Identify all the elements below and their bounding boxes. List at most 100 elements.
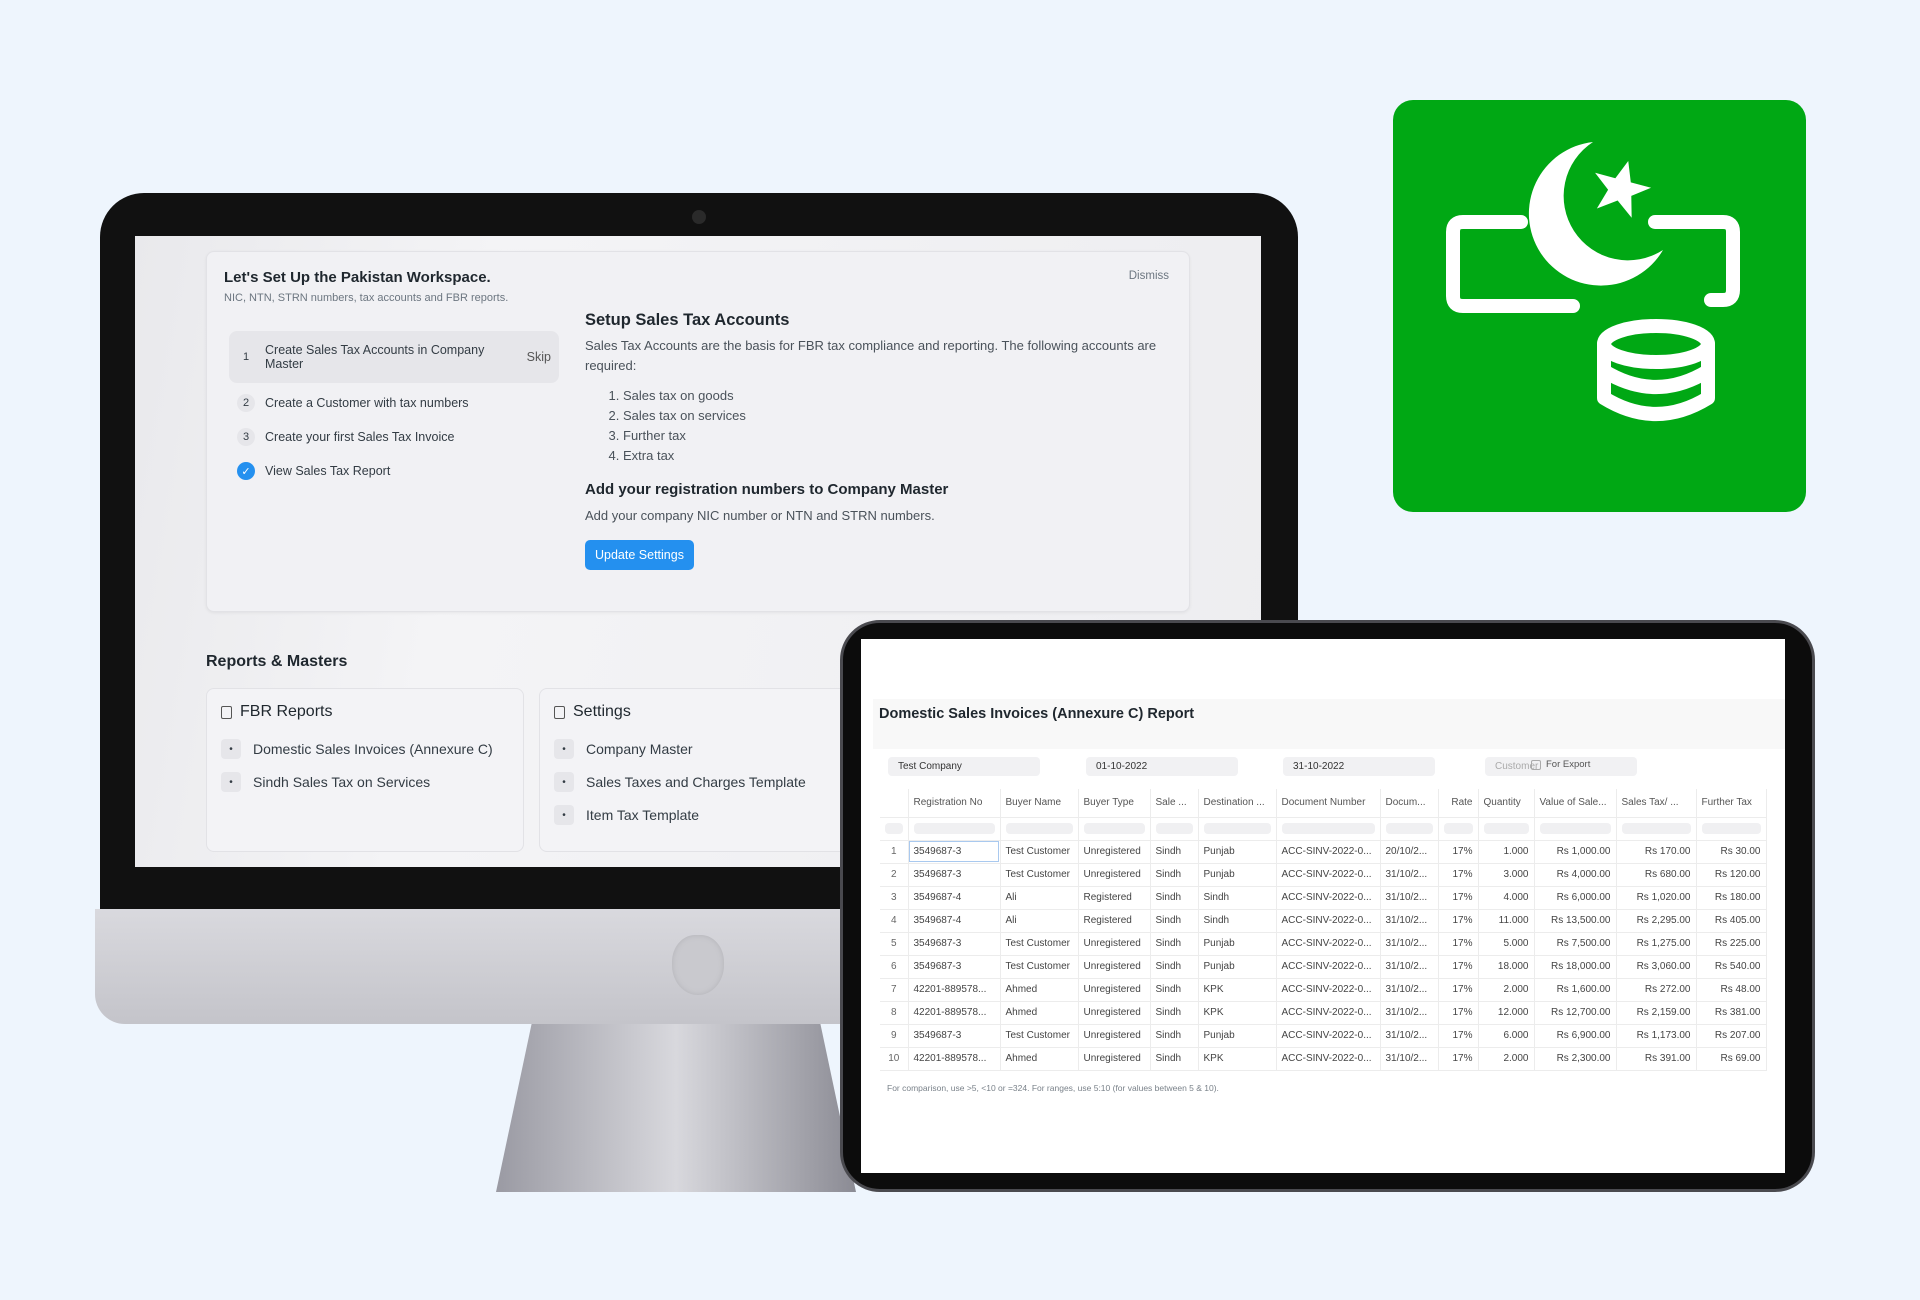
table-cell[interactable]: 31/10/2... (1380, 955, 1439, 979)
table-cell[interactable]: Rs 680.00 (1616, 863, 1697, 887)
table-row[interactable]: 5 3549687-3 Test Customer Unregistered Sindh… (880, 932, 1767, 956)
table-cell[interactable]: 17% (1438, 978, 1479, 1002)
table-cell[interactable]: 6.000 (1478, 1024, 1535, 1048)
table-cell[interactable]: Sindh (1150, 955, 1199, 979)
table-cell[interactable]: 3549687-4 (908, 909, 1001, 933)
table-cell[interactable]: Rs 2,295.00 (1616, 909, 1697, 933)
table-cell[interactable]: 1.000 (1478, 840, 1535, 864)
table-cell[interactable]: ACC-SINV-2022-0... (1276, 886, 1381, 910)
table-cell[interactable]: Rs 6,000.00 (1534, 886, 1617, 910)
table-cell[interactable]: Test Customer (1000, 840, 1079, 864)
table-cell[interactable]: Ahmed (1000, 978, 1079, 1002)
update-settings-button[interactable]: Update Settings (585, 540, 694, 570)
table-cell[interactable]: Unregistered (1078, 955, 1151, 979)
to-date-filter[interactable]: 31-10-2022 (1283, 757, 1435, 776)
table-cell[interactable]: Rs 30.00 (1696, 840, 1767, 864)
table-cell[interactable]: Test Customer (1000, 1024, 1079, 1048)
table-cell[interactable]: Rs 13,500.00 (1534, 909, 1617, 933)
table-row[interactable]: 10 42201-889578... Ahmed Unregistered Sindh K… (880, 1047, 1767, 1071)
table-cell[interactable]: Punjab (1198, 955, 1277, 979)
table-cell[interactable]: 17% (1438, 932, 1479, 956)
column-header[interactable]: Document Number (1276, 789, 1381, 818)
table-cell[interactable]: Ahmed (1000, 1001, 1079, 1025)
table-cell[interactable]: Rs 3,060.00 (1616, 955, 1697, 979)
table-cell[interactable]: 31/10/2... (1380, 1001, 1439, 1025)
column-filter-input[interactable] (1443, 823, 1473, 834)
column-header[interactable]: Rate (1438, 789, 1479, 818)
table-cell[interactable]: ACC-SINV-2022-0... (1276, 1047, 1381, 1071)
skip-button[interactable]: Skip (527, 350, 551, 364)
table-cell[interactable]: 5.000 (1478, 932, 1535, 956)
table-cell[interactable]: ACC-SINV-2022-0... (1276, 1001, 1381, 1025)
table-cell[interactable]: Sindh (1198, 909, 1277, 933)
table-cell[interactable]: Ali (1000, 886, 1079, 910)
table-cell[interactable]: Unregistered (1078, 1024, 1151, 1048)
table-cell[interactable]: 31/10/2... (1380, 886, 1439, 910)
table-cell[interactable]: Unregistered (1078, 1001, 1151, 1025)
table-cell[interactable]: Rs 391.00 (1616, 1047, 1697, 1071)
table-cell[interactable]: Rs 1,275.00 (1616, 932, 1697, 956)
link-domestic-sales-invoices[interactable]: • Domestic Sales Invoices (Annexure C) (221, 739, 509, 759)
table-cell[interactable]: Rs 69.00 (1696, 1047, 1767, 1071)
table-cell[interactable]: 17% (1438, 886, 1479, 910)
column-filter-input[interactable] (1701, 823, 1761, 834)
table-cell[interactable]: Ahmed (1000, 1047, 1079, 1071)
table-row[interactable]: 9 3549687-3 Test Customer Unregistered Sindh… (880, 1024, 1767, 1048)
step-create-sales-tax-accounts[interactable]: 1 Create Sales Tax Accounts in Company Ma… (229, 331, 559, 383)
table-cell[interactable]: 31/10/2... (1380, 932, 1439, 956)
table-cell[interactable]: Rs 12,700.00 (1534, 1001, 1617, 1025)
table-cell[interactable]: Rs 272.00 (1616, 978, 1697, 1002)
table-cell[interactable]: 3549687-4 (908, 886, 1001, 910)
link-sales-taxes-template[interactable]: • Sales Taxes and Charges Template (554, 772, 884, 792)
from-date-filter[interactable]: 01-10-2022 (1086, 757, 1238, 776)
column-header[interactable]: Quantity (1478, 789, 1535, 818)
table-cell[interactable]: Rs 1,600.00 (1534, 978, 1617, 1002)
table-cell[interactable]: KPK (1198, 1047, 1277, 1071)
table-cell[interactable]: Ali (1000, 909, 1079, 933)
table-cell[interactable]: Rs 180.00 (1696, 886, 1767, 910)
table-cell[interactable]: Sindh (1150, 1001, 1199, 1025)
column-header[interactable]: Registration No (908, 789, 1001, 818)
column-header[interactable]: Sale ... (1150, 789, 1199, 818)
company-filter[interactable]: Test Company (888, 757, 1040, 776)
table-cell[interactable]: Rs 2,300.00 (1534, 1047, 1617, 1071)
table-row[interactable]: 3 3549687-4 Ali Registered Sindh Sindh ACC-SIN… (880, 886, 1767, 910)
column-header[interactable]: Buyer Name (1000, 789, 1079, 818)
table-cell[interactable]: Sindh (1150, 1047, 1199, 1071)
table-row[interactable]: 6 3549687-3 Test Customer Unregistered Sindh… (880, 955, 1767, 979)
table-row[interactable]: 1 3549687-3 Test Customer Unregistered Sindh… (880, 840, 1767, 864)
table-cell[interactable]: Punjab (1198, 840, 1277, 864)
table-cell[interactable]: Rs 405.00 (1696, 909, 1767, 933)
table-cell[interactable]: 2.000 (1478, 978, 1535, 1002)
step-create-invoice[interactable]: 3 Create your first Sales Tax Invoice (229, 422, 559, 452)
table-cell[interactable]: Sindh (1150, 1024, 1199, 1048)
table-cell[interactable]: ACC-SINV-2022-0... (1276, 1024, 1381, 1048)
table-cell[interactable]: Unregistered (1078, 978, 1151, 1002)
dismiss-button[interactable]: Dismiss (1129, 270, 1169, 282)
table-cell[interactable]: 42201-889578... (908, 1001, 1001, 1025)
table-cell[interactable]: Rs 381.00 (1696, 1001, 1767, 1025)
table-cell[interactable]: Sindh (1150, 932, 1199, 956)
column-filter-input[interactable] (1385, 823, 1433, 834)
table-cell[interactable]: 17% (1438, 840, 1479, 864)
table-cell[interactable]: 20/10/2... (1380, 840, 1439, 864)
column-filter-input[interactable] (1155, 823, 1193, 834)
table-cell[interactable]: 18.000 (1478, 955, 1535, 979)
table-row[interactable]: 8 42201-889578... Ahmed Unregistered Sindh KP… (880, 1001, 1767, 1025)
table-cell[interactable]: Rs 540.00 (1696, 955, 1767, 979)
table-cell[interactable]: Rs 1,173.00 (1616, 1024, 1697, 1048)
table-cell[interactable]: 3549687-3 (908, 840, 1001, 864)
column-filter-input[interactable] (1621, 823, 1691, 834)
column-header[interactable]: Destination ... (1198, 789, 1277, 818)
table-cell[interactable]: Rs 48.00 (1696, 978, 1767, 1002)
column-filter-input[interactable] (1483, 823, 1529, 834)
table-cell[interactable]: Registered (1078, 886, 1151, 910)
table-cell[interactable]: 17% (1438, 955, 1479, 979)
column-filter-input[interactable] (1005, 823, 1073, 834)
table-cell[interactable]: KPK (1198, 1001, 1277, 1025)
table-cell[interactable]: Unregistered (1078, 840, 1151, 864)
table-cell[interactable]: Sindh (1198, 886, 1277, 910)
table-cell[interactable]: 17% (1438, 1024, 1479, 1048)
table-cell[interactable]: Rs 18,000.00 (1534, 955, 1617, 979)
table-cell[interactable]: 3549687-3 (908, 1024, 1001, 1048)
